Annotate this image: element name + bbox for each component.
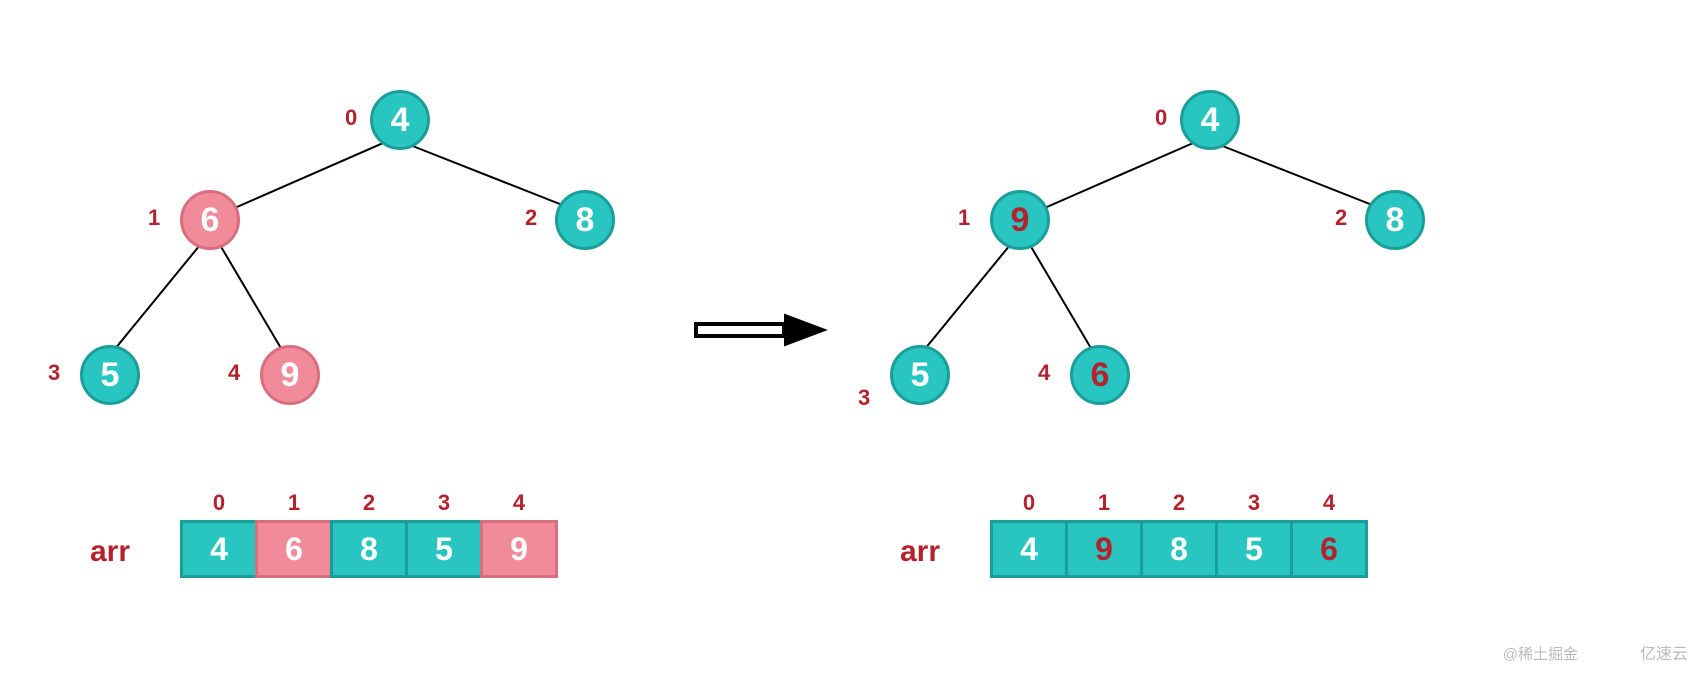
watermark-juejin: @稀土掘金 xyxy=(1503,643,1578,664)
node-value: 4 xyxy=(391,101,410,140)
tree2-node-1: 9 xyxy=(990,190,1050,250)
arr-idx: 1 xyxy=(1065,490,1143,516)
arr-box-right: 4 9 8 5 6 xyxy=(990,520,1368,578)
arr-cell: 5 xyxy=(405,520,483,578)
tree1-node-4: 9 xyxy=(260,345,320,405)
tree2-node-4: 6 xyxy=(1070,345,1130,405)
node-value: 8 xyxy=(576,201,595,240)
arr-cell: 4 xyxy=(990,520,1068,578)
tree2-node-3: 5 xyxy=(890,345,950,405)
arr-cell: 6 xyxy=(255,520,333,578)
node-value: 5 xyxy=(911,356,930,395)
arr-idx: 4 xyxy=(480,490,558,516)
watermark-yisu: 亿速云 xyxy=(1640,640,1688,664)
node-value: 9 xyxy=(281,356,300,395)
arr-idx: 2 xyxy=(1140,490,1218,516)
arr-idx-row-right: 0 1 2 3 4 xyxy=(990,490,1368,516)
tree2-idx-0: 0 xyxy=(1155,105,1167,131)
arr-idx: 1 xyxy=(255,490,333,516)
arr-idx: 2 xyxy=(330,490,408,516)
tree1-idx-2: 2 xyxy=(525,205,537,231)
tree1-idx-3: 3 xyxy=(48,360,60,386)
node-value: 6 xyxy=(201,201,220,240)
arr-cell: 4 xyxy=(180,520,258,578)
tree1-node-3: 5 xyxy=(80,345,140,405)
tree1-node-0: 4 xyxy=(370,90,430,150)
node-value: 4 xyxy=(1201,101,1220,140)
node-value: 8 xyxy=(1386,201,1405,240)
arr-cell: 8 xyxy=(1140,520,1218,578)
arrow-icon xyxy=(690,305,840,355)
arr-cell: 9 xyxy=(1065,520,1143,578)
tree1-idx-1: 1 xyxy=(148,205,160,231)
arr-idx-row-left: 0 1 2 3 4 xyxy=(180,490,558,516)
node-value: 9 xyxy=(1011,201,1030,240)
tree1-node-2: 8 xyxy=(555,190,615,250)
diagram-stage: 4 0 6 1 8 2 5 3 9 4 arr 0 1 2 3 4 4 6 8 … xyxy=(0,0,1708,682)
tree1-idx-0: 0 xyxy=(345,105,357,131)
arr-cell: 8 xyxy=(330,520,408,578)
arr-cell: 6 xyxy=(1290,520,1368,578)
arr-idx: 3 xyxy=(405,490,483,516)
tree2-idx-2: 2 xyxy=(1335,205,1347,231)
tree2-node-2: 8 xyxy=(1365,190,1425,250)
arr-idx: 0 xyxy=(180,490,258,516)
tree-edges xyxy=(0,0,1708,682)
arr-idx: 4 xyxy=(1290,490,1368,516)
arr-idx: 0 xyxy=(990,490,1068,516)
tree1-node-1: 6 xyxy=(180,190,240,250)
arr-label-left: arr xyxy=(90,535,130,569)
tree2-idx-1: 1 xyxy=(958,205,970,231)
tree2-idx-3: 3 xyxy=(858,385,870,411)
node-value: 5 xyxy=(101,356,120,395)
arr-cell: 9 xyxy=(480,520,558,578)
arr-cell: 5 xyxy=(1215,520,1293,578)
tree1-idx-4: 4 xyxy=(228,360,240,386)
arr-idx: 3 xyxy=(1215,490,1293,516)
arr-box-left: 4 6 8 5 9 xyxy=(180,520,558,578)
tree2-idx-4: 4 xyxy=(1038,360,1050,386)
node-value: 6 xyxy=(1091,356,1110,395)
arr-label-right: arr xyxy=(900,535,940,569)
tree2-node-0: 4 xyxy=(1180,90,1240,150)
